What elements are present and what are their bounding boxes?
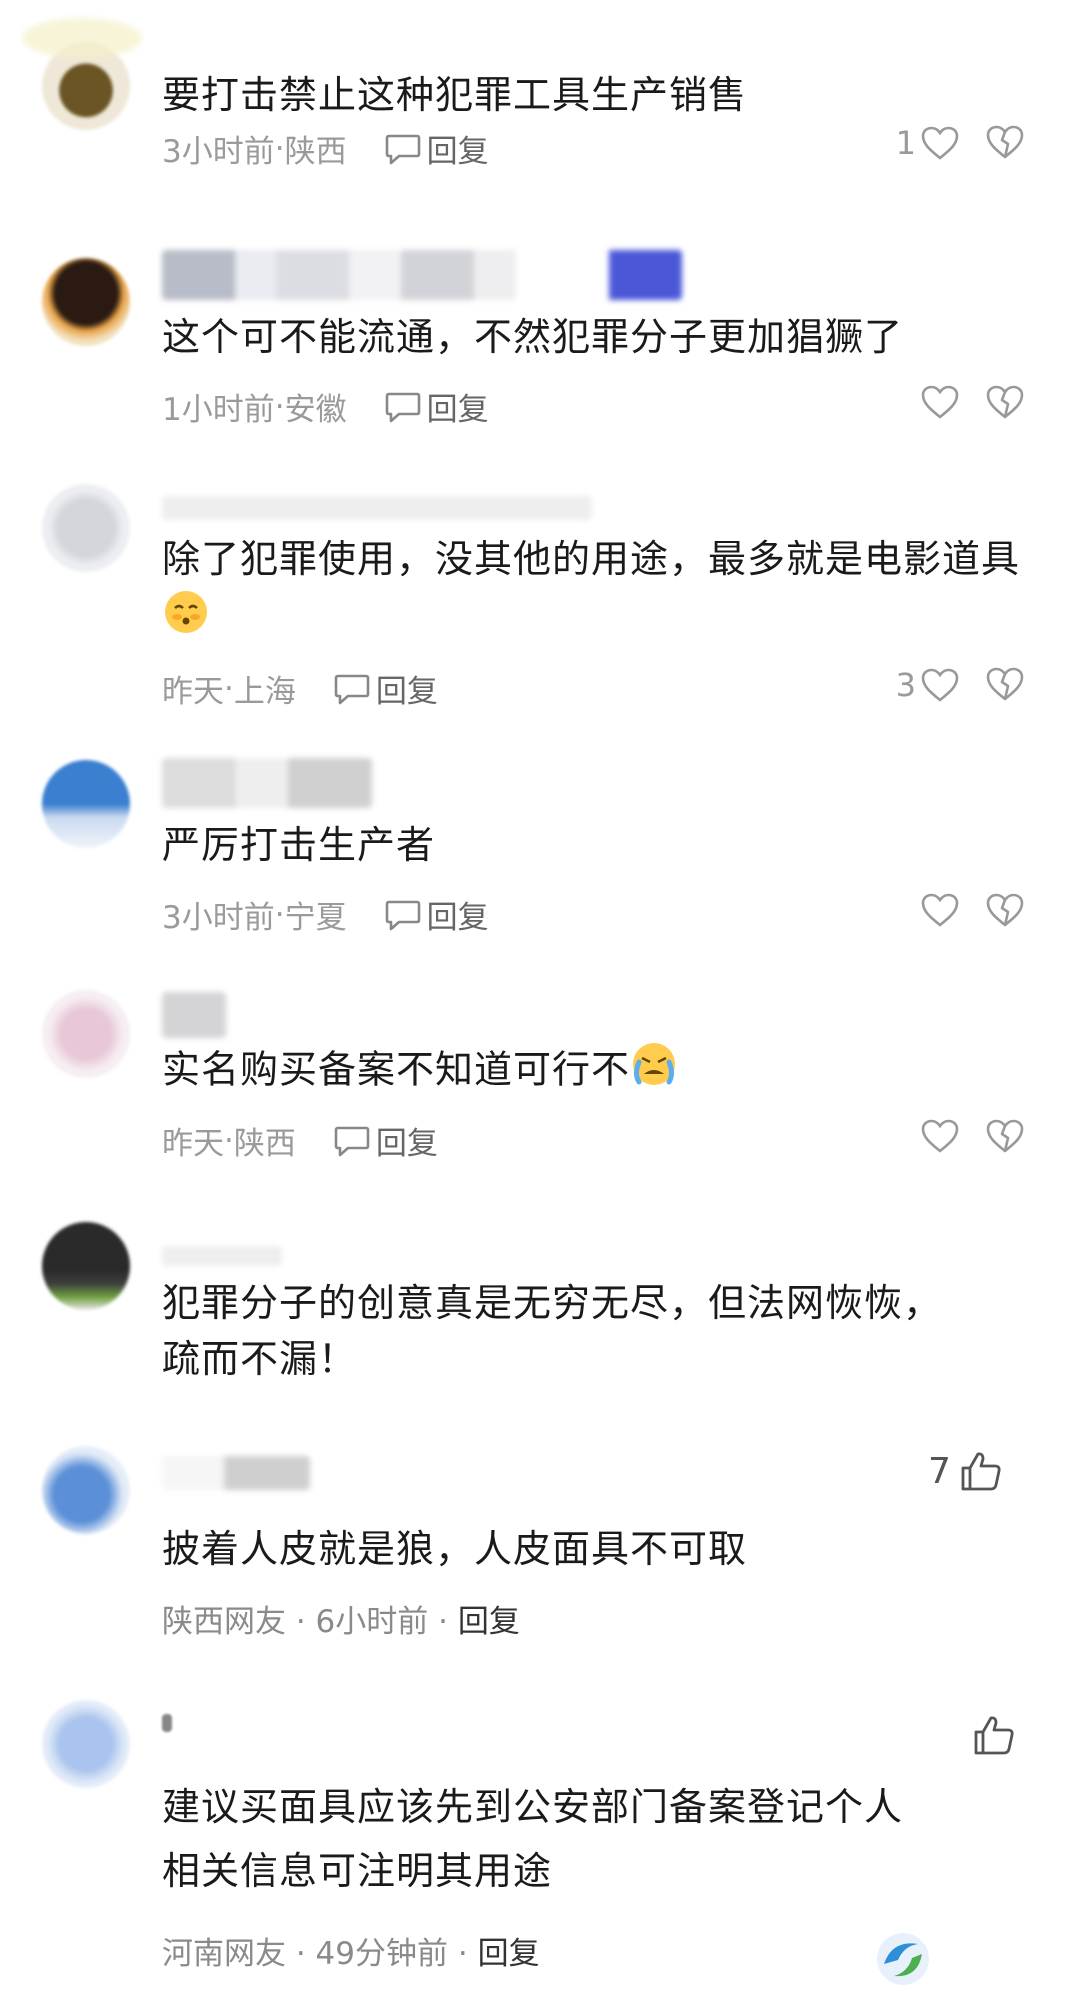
comment-time: 昨天 <box>162 674 224 710</box>
like-button[interactable]: 7 <box>928 1450 1003 1492</box>
comment-meta-text: 河南网友 · 49分钟前 · <box>162 1936 478 1972</box>
avatar[interactable] <box>42 1222 130 1310</box>
dislike-button[interactable] <box>985 124 1025 164</box>
comment-text-line: 疏而不漏！ <box>162 1337 358 1381</box>
like-count: 3 <box>895 666 916 704</box>
broken-heart-icon <box>986 893 1024 927</box>
reply-label: 回复 <box>375 1126 438 1162</box>
comment-region: 安徽 <box>284 392 347 428</box>
avatar[interactable] <box>42 990 130 1078</box>
like-button[interactable] <box>860 384 960 420</box>
broken-heart-icon <box>986 667 1024 701</box>
like-count: 1 <box>895 124 916 162</box>
dislike-button[interactable] <box>985 1118 1025 1158</box>
comment-meta: 陕西网友 · 6小时前 · 回复 <box>162 1596 520 1641</box>
comment-meta: 1小时前 · 安徽 回复 <box>162 384 489 429</box>
comment-text-line: 相关信息可注明其用途 <box>162 1849 553 1893</box>
meta-separator: · <box>224 670 234 707</box>
meta-separator: · <box>274 388 285 425</box>
dislike-button[interactable] <box>985 666 1025 706</box>
comment-meta: 河南网友 · 49分钟前 · 回复 <box>162 1928 540 1973</box>
speech-bubble-icon <box>334 1126 370 1156</box>
username-blurred <box>162 1246 282 1266</box>
watermark-logo-icon <box>877 1933 929 1985</box>
dislike-button[interactable] <box>985 384 1025 424</box>
reply-label: 回复 <box>375 674 438 710</box>
broken-heart-icon <box>986 1119 1024 1153</box>
avatar[interactable] <box>42 484 130 572</box>
heart-outline-icon <box>921 385 959 419</box>
like-button[interactable]: 1 <box>860 124 960 162</box>
heart-outline-icon <box>921 1119 959 1153</box>
reply-button[interactable]: 回复 <box>334 666 438 711</box>
username-blurred <box>162 1456 310 1490</box>
username-blurred <box>162 250 682 300</box>
comment-text: 严厉打击生产者 <box>162 823 436 867</box>
username-blurred <box>162 1714 172 1732</box>
comment-text-content: 除了犯罪使用，没其他的用途，最多就是电影道具 <box>162 537 1021 581</box>
reply-button[interactable]: 回复 <box>334 1118 438 1163</box>
broken-heart-icon <box>986 385 1024 419</box>
thumbs-up-icon <box>961 1452 1001 1491</box>
comment-text-line: 建议买面具应该先到公安部门备案登记个人 <box>162 1785 904 1829</box>
heart-outline-icon <box>921 893 959 927</box>
reply-button[interactable]: 回复 <box>385 384 489 429</box>
speech-bubble-icon <box>334 674 370 704</box>
avatar[interactable] <box>42 760 130 848</box>
comment-time: 3小时前 <box>162 900 275 936</box>
comment-region: 陕西 <box>284 134 347 170</box>
shushing-face-emoji-icon <box>162 588 210 652</box>
heart-outline-icon <box>921 126 959 160</box>
reply-button[interactable]: 回复 <box>458 1604 520 1640</box>
comment-text: 除了犯罪使用，没其他的用途，最多就是电影道具 <box>162 530 1042 652</box>
broken-heart-icon <box>986 125 1024 159</box>
speech-bubble-icon <box>385 134 420 164</box>
comment-time: 1小时前 <box>162 392 275 428</box>
meta-separator: · <box>274 130 285 167</box>
comment-meta-text: 陕西网友 · 6小时前 · <box>162 1604 458 1640</box>
comment-meta: 3小时前 · 陕西 回复 <box>162 126 489 171</box>
username-blurred <box>162 496 592 520</box>
comment-meta: 3小时前 · 宁夏 回复 <box>162 892 489 937</box>
comment-text-content: 实名购买备案不知道可行不 <box>162 1047 631 1092</box>
heart-outline-icon <box>921 668 959 702</box>
speech-bubble-icon <box>385 392 420 422</box>
reply-button[interactable]: 回复 <box>478 1936 540 1972</box>
like-button[interactable] <box>860 1118 960 1154</box>
comment-text: 披着人皮就是狼，人皮面具不可取 <box>162 1527 748 1571</box>
avatar-decoration <box>22 18 142 58</box>
dislike-button[interactable] <box>985 892 1025 932</box>
comment-region: 宁夏 <box>284 900 347 936</box>
speech-bubble-icon <box>385 900 420 930</box>
like-button[interactable] <box>860 892 960 928</box>
reply-label: 回复 <box>426 134 489 170</box>
comment-text: 要打击禁止这种犯罪工具生产销售 <box>162 73 748 117</box>
reply-label: 回复 <box>426 392 489 428</box>
avatar[interactable] <box>42 258 130 346</box>
meta-separator: · <box>224 1122 234 1159</box>
comment-region: 陕西 <box>233 1126 296 1162</box>
avatar[interactable] <box>42 1700 130 1788</box>
comment-text-line: 犯罪分子的创意真是无穷无尽，但法网恢恢， <box>162 1281 943 1325</box>
like-button[interactable]: 3 <box>860 666 960 704</box>
reply-button[interactable]: 回复 <box>385 126 489 171</box>
comment-meta: 昨天 · 上海 回复 <box>162 666 438 711</box>
comment-text: 实名购买备案不知道可行不 <box>162 1040 1042 1104</box>
reply-label: 回复 <box>426 900 489 936</box>
comment-time: 昨天 <box>162 1126 224 1162</box>
like-button[interactable] <box>964 1714 1016 1756</box>
comment-region: 上海 <box>233 674 296 710</box>
meta-separator: · <box>274 896 285 933</box>
reply-button[interactable]: 回复 <box>385 892 489 937</box>
avatar[interactable] <box>42 1446 130 1534</box>
comment-text: 这个可不能流通，不然犯罪分子更加猖獗了 <box>162 315 904 359</box>
username-blurred <box>162 992 226 1038</box>
crying-face-emoji-icon <box>630 1040 678 1104</box>
thumbs-up-icon <box>974 1716 1014 1755</box>
comment-meta: 昨天 · 陕西 回复 <box>162 1118 438 1163</box>
username-blurred <box>162 758 372 808</box>
comment-time: 3小时前 <box>162 134 275 170</box>
like-count: 7 <box>928 1450 951 1492</box>
